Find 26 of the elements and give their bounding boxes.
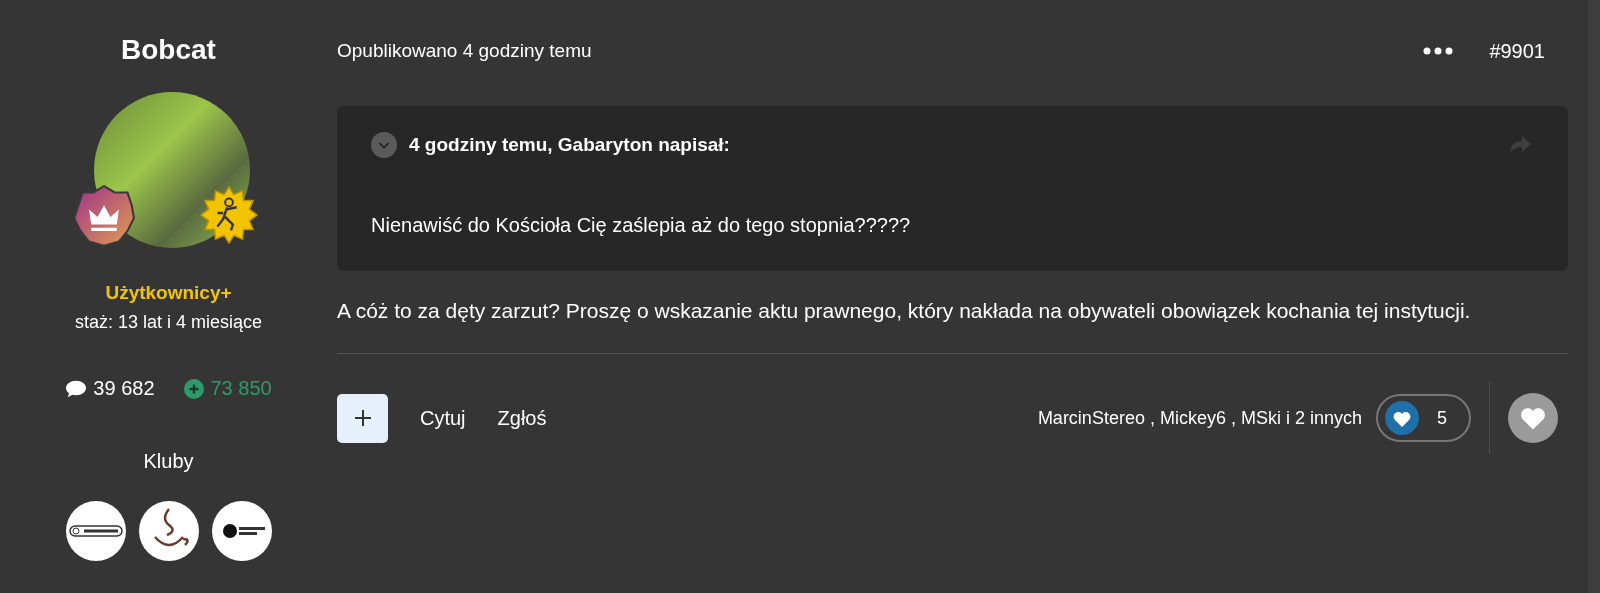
quote-citation: 4 godziny temu, Gabaryton napisał: xyxy=(409,134,731,156)
add-button[interactable] xyxy=(337,393,388,443)
more-options-icon[interactable] xyxy=(1423,47,1454,55)
quote-text: Nienawiść do Kościoła Cię zaślepia aż do tego stopnia????? xyxy=(371,214,912,237)
tenure-text: staż: 13 lat i 4 miesiące xyxy=(74,312,263,333)
reaction-count: 5 xyxy=(1437,407,1447,429)
username[interactable]: Bobcat xyxy=(121,34,216,66)
post-action-link[interactable]: Cytuj xyxy=(420,406,466,430)
reputation-count: 73 850 xyxy=(210,377,272,400)
clubs-heading: Kluby xyxy=(143,450,194,473)
post-number-link[interactable]: #9901 xyxy=(1489,39,1545,63)
user-group: Użytkownicy+ xyxy=(105,282,232,304)
published-time: Opublikowano 4 godziny temu xyxy=(337,40,593,62)
club-logo[interactable] xyxy=(65,501,126,561)
reacted-by-text[interactable]: MarcinStereo , Mickey6 , MSki i 2 innych xyxy=(1037,407,1362,429)
post-body: A cóż to za dęty zarzut? Proszę o wskazanie aktu prawnego, który nakłada na obywateli obowiązek kochania tej instytucji. xyxy=(337,298,1472,324)
like-button[interactable] xyxy=(1508,393,1558,443)
post-count: 39 682 xyxy=(93,377,155,400)
runner-badge-icon xyxy=(199,186,258,244)
post-action-link[interactable]: Zgłoś xyxy=(497,406,547,430)
comment-icon xyxy=(65,378,88,399)
reaction-pill[interactable]: 5 xyxy=(1376,394,1471,442)
plus-icon xyxy=(353,409,372,427)
plus-circle-icon xyxy=(182,378,205,399)
club-logo[interactable] xyxy=(211,501,272,561)
club-logo[interactable] xyxy=(138,501,199,561)
